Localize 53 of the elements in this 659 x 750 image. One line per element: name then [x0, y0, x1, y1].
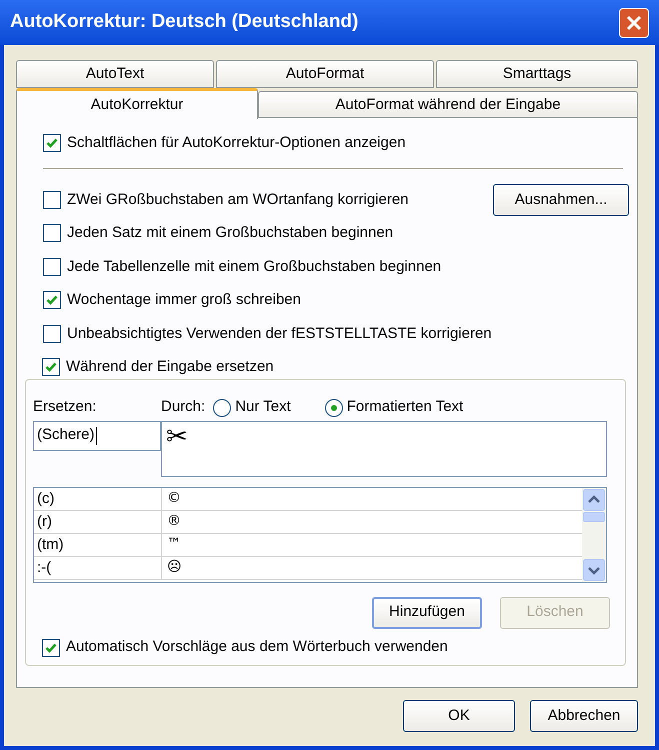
- replace-field[interactable]: (Schere): [33, 420, 161, 450]
- add-button[interactable]: Hinzufügen: [372, 596, 482, 628]
- checkbox-label: Automatisch Vorschläge aus dem Wörterbuch verwenden: [66, 637, 448, 658]
- table-cell: (r): [34, 510, 162, 532]
- scroll-down-icon[interactable]: [583, 558, 605, 580]
- checkbox-label: ZWei GRoßbuchstaben am WOrtanfang korrigieren: [67, 190, 409, 210]
- scroll-up-icon[interactable]: [583, 488, 605, 510]
- replacement-list[interactable]: (c) © (r) ® (tm) ™ :-( ☹: [33, 486, 607, 582]
- checkbox-label: Jede Tabellenzelle mit einem Großbuchstaben beginnen: [67, 256, 442, 276]
- checkbox-label: Jeden Satz mit einem Großbuchstaben beginnen: [67, 223, 394, 243]
- scrollbar[interactable]: [582, 488, 606, 582]
- checkbox[interactable]: [43, 134, 61, 152]
- checkmark-icon: [45, 642, 57, 654]
- radio-label: Nur Text: [235, 397, 291, 418]
- tab[interactable]: Smarttags: [436, 60, 638, 88]
- table-cell: :-(: [34, 556, 162, 578]
- tab[interactable]: AutoKorrektur: [16, 88, 258, 119]
- checkbox-label: Unbeabsichtigtes Verwenden der fESTSTELLTASTE korrigieren: [67, 324, 492, 344]
- checkbox[interactable]: [42, 358, 60, 376]
- checkbox[interactable]: [43, 324, 61, 343]
- ok-button[interactable]: OK: [403, 700, 515, 732]
- tab[interactable]: AutoText: [16, 60, 214, 88]
- cancel-button[interactable]: Abbrechen: [530, 700, 638, 732]
- field-label: Durch:: [161, 397, 206, 418]
- close-icon: [626, 14, 642, 30]
- field-label: Ersetzen:: [33, 397, 98, 418]
- checkmark-icon: [46, 137, 58, 149]
- scroll-thumb[interactable]: [583, 512, 605, 522]
- tab[interactable]: AutoFormat: [216, 60, 434, 88]
- exceptions-button[interactable]: Ausnahmen...: [493, 184, 629, 216]
- window-title: AutoKorrektur: Deutsch (Deutschland): [10, 10, 358, 34]
- table-cell-text: ®: [166, 512, 182, 530]
- checkbox[interactable]: [43, 258, 61, 276]
- checkbox[interactable]: [42, 638, 60, 656]
- table-cell: (c): [34, 488, 162, 510]
- checkbox[interactable]: [43, 190, 61, 209]
- table-cell: (tm): [34, 534, 162, 556]
- checkbox-label: Wochentage immer groß schreiben: [67, 290, 301, 310]
- tab[interactable]: AutoFormat während der Eingabe: [258, 91, 638, 119]
- checkbox-label: Schaltflächen für AutoKorrektur-Optionen anzeigen: [67, 132, 406, 153]
- checkbox[interactable]: [43, 224, 61, 242]
- checkbox-label: Während der Eingabe ersetzen: [66, 356, 274, 377]
- table-cell-text: ☹: [166, 558, 183, 576]
- checkmark-icon: [45, 361, 57, 373]
- close-button[interactable]: [619, 8, 649, 38]
- table-cell-text: ™: [166, 534, 182, 554]
- radio-label: Formatierten Text: [346, 397, 464, 418]
- checkmark-icon: [46, 294, 58, 306]
- replacement-field[interactable]: ✂: [161, 420, 607, 476]
- checkbox[interactable]: [43, 291, 61, 310]
- radio-button[interactable]: [324, 398, 343, 416]
- table-cell-text: ©: [166, 488, 182, 508]
- radio-button[interactable]: [213, 398, 232, 416]
